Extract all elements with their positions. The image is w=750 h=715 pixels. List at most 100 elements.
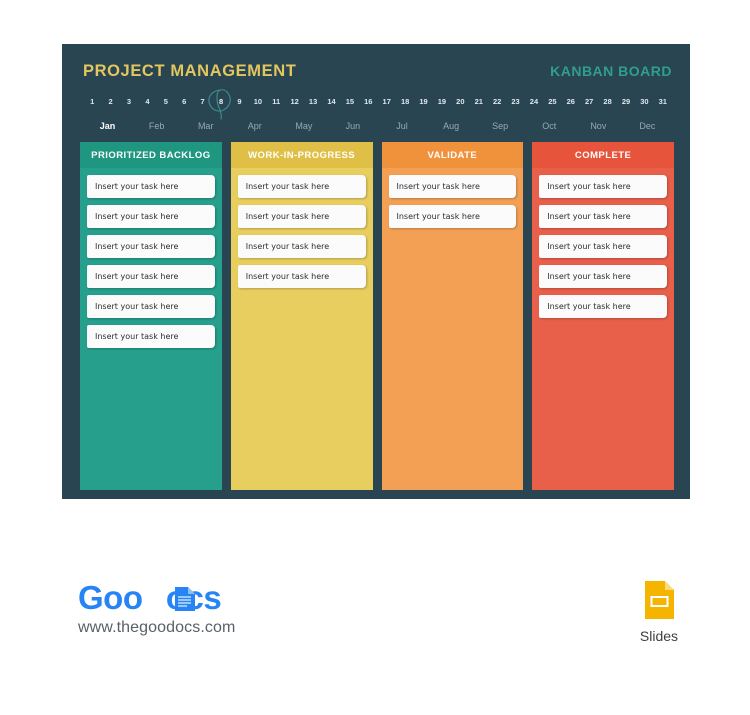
slides-icon	[645, 581, 674, 619]
timeline-month-jun[interactable]: Jun	[328, 118, 377, 134]
timeline-day-22[interactable]: 21	[470, 94, 488, 110]
task-card[interactable]: Insert your task here	[539, 235, 667, 258]
timeline-day-30[interactable]: 29	[617, 94, 635, 110]
timeline-day-9[interactable]: 9	[230, 94, 248, 110]
timeline-day-24[interactable]: 23	[506, 94, 524, 110]
task-card[interactable]: Insert your task here	[539, 175, 667, 198]
timeline-day-label: 1	[90, 97, 95, 106]
timeline-day-label: 25	[548, 97, 557, 106]
timeline-day-19[interactable]: 19	[414, 94, 432, 110]
timeline-day-label: 5	[163, 97, 168, 106]
timeline-day-17[interactable]: 17	[378, 94, 396, 110]
timeline-day-6[interactable]: 6	[175, 94, 193, 110]
timeline-month-aug[interactable]: Aug	[427, 118, 476, 134]
task-card[interactable]: Insert your task here	[87, 265, 215, 288]
column-body-prioritized-backlog: Insert your task here Insert your task he…	[80, 168, 222, 490]
task-card[interactable]: Insert your task here	[87, 175, 215, 198]
timeline-day-label: 9	[237, 97, 242, 106]
timeline-months: Jan Feb Mar Apr May Jun Jul Aug Sep Oct Nov Dec	[83, 118, 672, 134]
timeline-day-21[interactable]: 20	[451, 94, 469, 110]
timeline-day-label: 19	[419, 97, 428, 106]
kanban-columns: PRIORITIZED BACKLOG Insert your task here…	[80, 142, 674, 490]
timeline-month-nov[interactable]: Nov	[574, 118, 623, 134]
timeline-day-label: 15	[345, 97, 355, 106]
google-slides-badge[interactable]: Slides	[616, 578, 702, 644]
timeline-day-label: 16	[364, 97, 373, 106]
task-card[interactable]: Insert your task here	[237, 235, 366, 258]
timeline-day-25[interactable]: 24	[525, 94, 543, 110]
timeline-day-27[interactable]: 26	[562, 94, 580, 110]
timeline-day-label: 4	[145, 97, 150, 106]
timeline-month-oct[interactable]: Oct	[525, 118, 574, 134]
kanban-column-complete: COMPLETE Insert your task here Insert your…	[532, 142, 674, 490]
task-card[interactable]: Insert your task here	[388, 205, 517, 228]
task-card[interactable]: Insert your task here	[539, 265, 667, 288]
timeline-day-14[interactable]: 14	[322, 94, 340, 110]
column-header-prioritized-backlog[interactable]: PRIORITIZED BACKLOG	[80, 142, 222, 168]
timeline-day-7[interactable]: 7	[193, 94, 211, 110]
timeline-day-23[interactable]: 22	[488, 94, 506, 110]
timeline-day-label: 3	[126, 97, 132, 106]
timeline-month-feb[interactable]: Feb	[132, 118, 181, 134]
timeline-day-label: 17	[382, 97, 391, 106]
timeline-day-3[interactable]: 3	[120, 94, 138, 110]
timeline-day-8[interactable]: 8	[208, 89, 231, 120]
timeline-day-15[interactable]: 15	[341, 94, 359, 110]
timeline-day-label: 8	[218, 97, 224, 106]
task-card[interactable]: Insert your task here	[87, 235, 215, 258]
website-url[interactable]: www.thegoodocs.com	[78, 619, 338, 637]
task-card[interactable]: Insert your task here	[539, 205, 667, 228]
document-icon	[175, 587, 195, 611]
task-card[interactable]: Insert your task here	[237, 205, 366, 228]
timeline-month-dec[interactable]: Dec	[623, 118, 672, 134]
timeline-month-jan[interactable]: Jan	[83, 118, 132, 134]
timeline-month-jul[interactable]: Jul	[377, 118, 426, 134]
kanban-column-work-in-progress: WORK-IN-PROGRESS Insert your task here Ins…	[230, 142, 373, 490]
goodocs-logo-text: GooDocs	[78, 580, 338, 616]
timeline-day-13[interactable]: 13	[304, 94, 322, 110]
task-card[interactable]: Insert your task here	[87, 205, 215, 228]
task-card[interactable]: Insert your task here	[237, 175, 366, 198]
timeline-day-31[interactable]: 30	[635, 94, 653, 110]
timeline-day-4[interactable]: 4	[138, 94, 156, 110]
timeline-days: 1 2 3 4 5 6 7 8 9 10 11 12 13 14 15 16 17 18 19 19 20 21 22 23 2…	[83, 89, 672, 120]
timeline-day-label: 24	[529, 97, 539, 106]
timeline-day-1[interactable]: 1	[83, 94, 101, 110]
timeline-day-label: 11	[272, 97, 281, 106]
timeline-day-label: 20	[456, 97, 465, 106]
column-body-validate: Insert your task here Insert your task he…	[381, 168, 524, 490]
timeline-day-2[interactable]: 2	[101, 94, 119, 110]
timeline-day-20[interactable]: 19	[433, 94, 451, 110]
timeline-day-26[interactable]: 25	[543, 94, 561, 110]
timeline-day-10[interactable]: 10	[249, 94, 267, 110]
timeline-month-may[interactable]: May	[279, 118, 328, 134]
task-card[interactable]: Insert your task here	[388, 175, 517, 198]
timeline-month-apr[interactable]: Apr	[230, 118, 279, 134]
timeline-month-mar[interactable]: Mar	[181, 118, 230, 134]
timeline-day-label: 29	[621, 97, 631, 106]
timeline-day-29[interactable]: 28	[598, 94, 616, 110]
timeline-day-label: 12	[290, 97, 299, 106]
timeline-day-28[interactable]: 27	[580, 94, 598, 110]
task-card[interactable]: Insert your task here	[87, 325, 215, 348]
timeline-day-12[interactable]: 12	[285, 94, 303, 110]
timeline-day-label: 28	[603, 97, 612, 106]
timeline-day-32[interactable]: 31	[654, 94, 672, 110]
task-card[interactable]: Insert your task here	[237, 265, 366, 288]
timeline-day-18[interactable]: 18	[396, 94, 414, 110]
column-header-work-in-progress[interactable]: WORK-IN-PROGRESS	[230, 142, 373, 168]
logo-text-part1: Goo	[78, 579, 143, 616]
timeline-day-11[interactable]: 11	[267, 94, 285, 110]
timeline-month-sep[interactable]: Sep	[476, 118, 525, 134]
timeline-day-5[interactable]: 5	[157, 94, 175, 110]
timeline-day-16[interactable]: 16	[359, 94, 377, 110]
timeline-day-label: 22	[492, 97, 502, 106]
column-header-complete[interactable]: COMPLETE	[532, 142, 674, 168]
column-body-complete: Insert your task here Insert your task he…	[532, 168, 674, 490]
timeline-day-label: 2	[108, 97, 113, 106]
column-header-validate[interactable]: VALIDATE	[381, 142, 524, 168]
task-card[interactable]: Insert your task here	[87, 295, 215, 318]
timeline-day-label: 14	[327, 97, 336, 106]
task-card[interactable]: Insert your task here	[539, 295, 667, 318]
board-header: PROJECT MANAGEMENT KANBAN BOARD	[83, 62, 672, 88]
